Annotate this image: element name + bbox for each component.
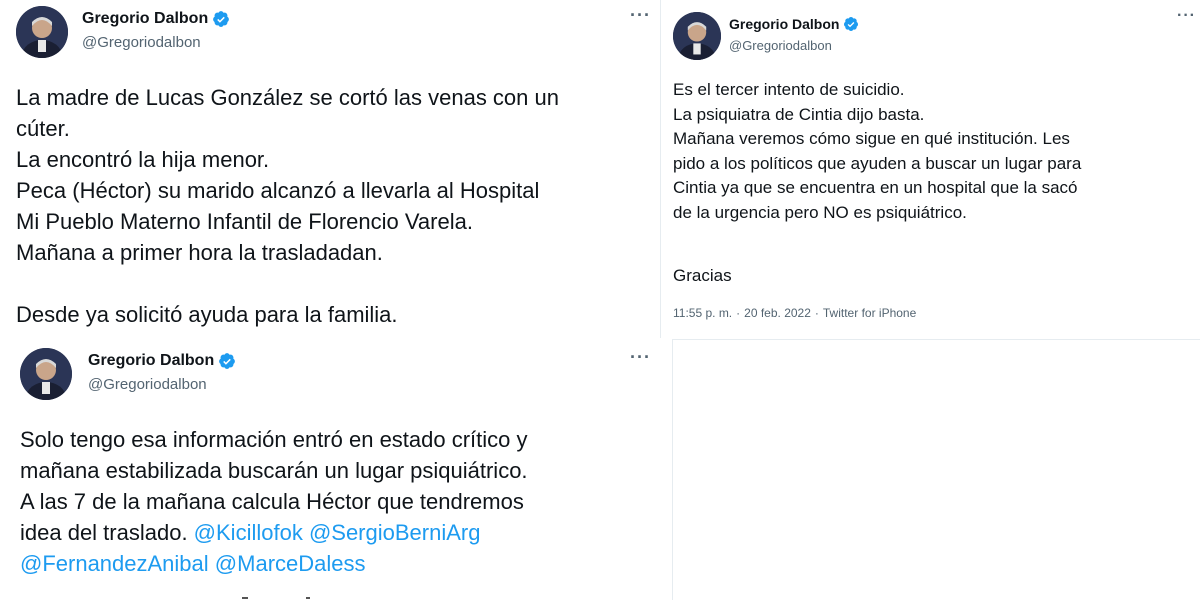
author-handle[interactable]: @Gregoriodalbon (82, 34, 201, 51)
tweet-card: Gregorio Dalbon @Gregoriodalbon ··· Solo… (0, 338, 672, 600)
avatar[interactable] (673, 12, 721, 60)
more-options-icon[interactable]: ··· (630, 348, 651, 366)
tweet-date[interactable]: 20 feb. 2022 (744, 306, 811, 320)
cropped-text-fragment (242, 597, 310, 599)
tweet-text: La madre de Lucas González se cortó las … (16, 85, 559, 327)
author-name[interactable]: Gregorio Dalbon (82, 10, 230, 28)
mention-link[interactable]: @SergioBerniArg (309, 520, 481, 545)
avatar[interactable] (16, 6, 68, 58)
mention-link[interactable]: @MarceDaless (215, 551, 366, 576)
verified-badge-icon (844, 17, 859, 31)
tweet-metadata: 11:55 p. m. · 20 feb. 2022 · Twitter for iPh… (673, 306, 916, 320)
verified-badge-icon (219, 353, 236, 369)
author-name-text: Gregorio Dalbon (82, 10, 209, 27)
mention-link[interactable]: @Kicillofok (194, 520, 303, 545)
tweet-source[interactable]: Twitter for iPhone (823, 306, 916, 320)
avatar[interactable] (20, 348, 72, 400)
avatar-photo-icon (673, 12, 721, 60)
tweet-text: Solo tengo esa información entró en esta… (20, 424, 660, 579)
more-options-icon[interactable]: ··· (630, 6, 651, 24)
tweet-text-thanks: Gracias (673, 266, 732, 285)
tweet-card: Gregorio Dalbon @Gregoriodalbon ··· Es e… (660, 0, 1200, 340)
author-name[interactable]: Gregorio Dalbon (88, 352, 236, 370)
tweet-card: Gregorio Dalbon @Gregoriodalbon ··· La m… (0, 0, 672, 338)
meta-separator: · (736, 306, 741, 320)
tweet-time[interactable]: 11:55 p. m. (673, 306, 732, 320)
author-name-text: Gregorio Dalbon (88, 352, 215, 369)
tweet-text: Es el tercer intento de suicidio. La psi… (673, 80, 1082, 222)
mention-link[interactable]: @FernandezAnibal (20, 551, 209, 576)
more-options-icon[interactable]: ··· (1177, 8, 1196, 24)
meta-separator: · (814, 306, 819, 320)
author-name-text: Gregorio Dalbon (729, 16, 840, 32)
author-handle[interactable]: @Gregoriodalbon (729, 38, 832, 53)
author-handle[interactable]: @Gregoriodalbon (88, 376, 207, 393)
author-name[interactable]: Gregorio Dalbon (729, 16, 859, 32)
avatar-photo-icon (16, 6, 68, 58)
verified-badge-icon (213, 11, 230, 27)
avatar-photo-icon (20, 348, 72, 400)
empty-area (672, 340, 1200, 600)
